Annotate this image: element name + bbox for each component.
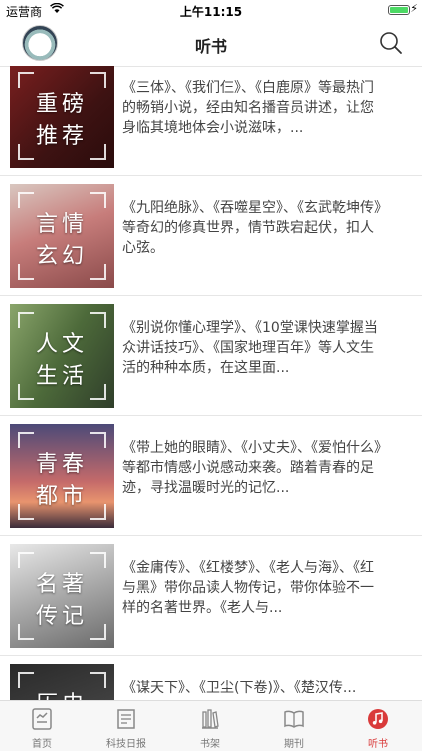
newspaper-icon <box>117 709 135 729</box>
cover-title-line1: 重磅 <box>35 92 88 117</box>
music-note-icon <box>368 709 388 729</box>
cover-title-line2: 玄幻 <box>35 244 88 269</box>
cover-title-line1: 人文 <box>35 332 88 357</box>
page-title: 听书 <box>194 37 227 56</box>
tab-label: 期刊 <box>284 739 304 750</box>
cover-title-line2: 都市 <box>35 484 88 509</box>
tab-audiobooks[interactable]: 听书 <box>336 701 420 751</box>
list-item[interactable]: 人文 生活 《别说你懂心理学》、《10堂课快速掌握当众讲话技巧》、《国家地理百年… <box>0 296 422 416</box>
search-icon[interactable] <box>378 30 404 56</box>
battery-icon <box>388 5 410 15</box>
category-description: 《九阳绝脉》、《吞噬星空》、《玄武乾坤传》等奇幻的修真世界，情节跌宕起伏，扣人心… <box>122 200 381 256</box>
audiobook-category-list[interactable]: 重磅 推荐 《三体》、《我们仨》、《白鹿原》等最热门的畅销小说，经由知名播音员讲… <box>0 66 422 700</box>
tab-label: 科技日报 <box>106 739 146 750</box>
tab-label: 书架 <box>200 739 220 750</box>
category-description: 《别说你懂心理学》、《10堂课快速掌握当众讲话技巧》、《国家地理百年》等人文生活… <box>122 320 378 376</box>
cover-title-line2: 推荐 <box>35 124 88 149</box>
tab-label: 听书 <box>368 739 388 750</box>
category-cover: 言情 玄幻 <box>10 184 114 288</box>
list-item[interactable]: 历史 《谋天下》、《卫尘(下卷)》、《楚汉传... <box>0 656 422 700</box>
list-item[interactable]: 名著 传记 《金庸传》、《红楼梦》、《老人与海》、《红与黑》带你品读人物传记，带… <box>0 536 422 656</box>
category-description: 《带上她的眼睛》、《小丈夫》、《爱怕什么》等都市情感小说感动来袭。踏着青春的足迹… <box>122 440 381 496</box>
book-icon <box>284 710 304 728</box>
cover-title-line2: 传记 <box>35 604 88 629</box>
category-cover: 重磅 推荐 <box>10 66 114 168</box>
cover-title-line2: 生活 <box>35 364 88 389</box>
bookshelf-icon <box>202 709 219 729</box>
category-cover: 青春 都市 <box>10 424 114 528</box>
nav-bar: 听书 <box>0 20 422 67</box>
cover-title-line1: 历史 <box>10 686 114 700</box>
list-item[interactable]: 言情 玄幻 《九阳绝脉》、《吞噬星空》、《玄武乾坤传》等奇幻的修真世界，情节跌宕… <box>0 176 422 296</box>
category-description: 《三体》、《我们仨》、《白鹿原》等最热门的畅销小说，经由知名播音员讲述，让您身临… <box>122 80 374 136</box>
category-cover: 名著 传记 <box>10 544 114 648</box>
charging-icon: ⚡ <box>410 2 418 15</box>
cover-title-line1: 言情 <box>35 212 88 237</box>
tab-bar: 首页 科技日报 书架 期刊 听书 <box>0 700 422 751</box>
list-item[interactable]: 重磅 推荐 《三体》、《我们仨》、《白鹿原》等最热门的畅销小说，经由知名播音员讲… <box>0 66 422 176</box>
status-bar: 运营商 上午11:15 ⚡ <box>0 0 422 20</box>
tab-home[interactable]: 首页 <box>0 701 84 751</box>
category-cover: 人文 生活 <box>10 304 114 408</box>
tab-bookshelf[interactable]: 书架 <box>168 701 252 751</box>
tab-label: 首页 <box>32 739 52 750</box>
tab-tech-daily[interactable]: 科技日报 <box>84 701 168 751</box>
category-description: 《金庸传》、《红楼梦》、《老人与海》、《红与黑》带你品读人物传记，带你体验不一样… <box>122 560 374 616</box>
home-icon <box>32 708 52 730</box>
category-cover: 历史 <box>10 664 114 700</box>
cover-title-line1: 名著 <box>35 572 88 597</box>
cover-title-line1: 青春 <box>35 452 88 477</box>
list-item[interactable]: 青春 都市 《带上她的眼睛》、《小丈夫》、《爱怕什么》等都市情感小说感动来袭。踏… <box>0 416 422 536</box>
category-description: 《谋天下》、《卫尘(下卷)》、《楚汉传... <box>122 680 357 696</box>
tab-journals[interactable]: 期刊 <box>252 701 336 751</box>
status-time: 上午11:15 <box>179 5 243 19</box>
